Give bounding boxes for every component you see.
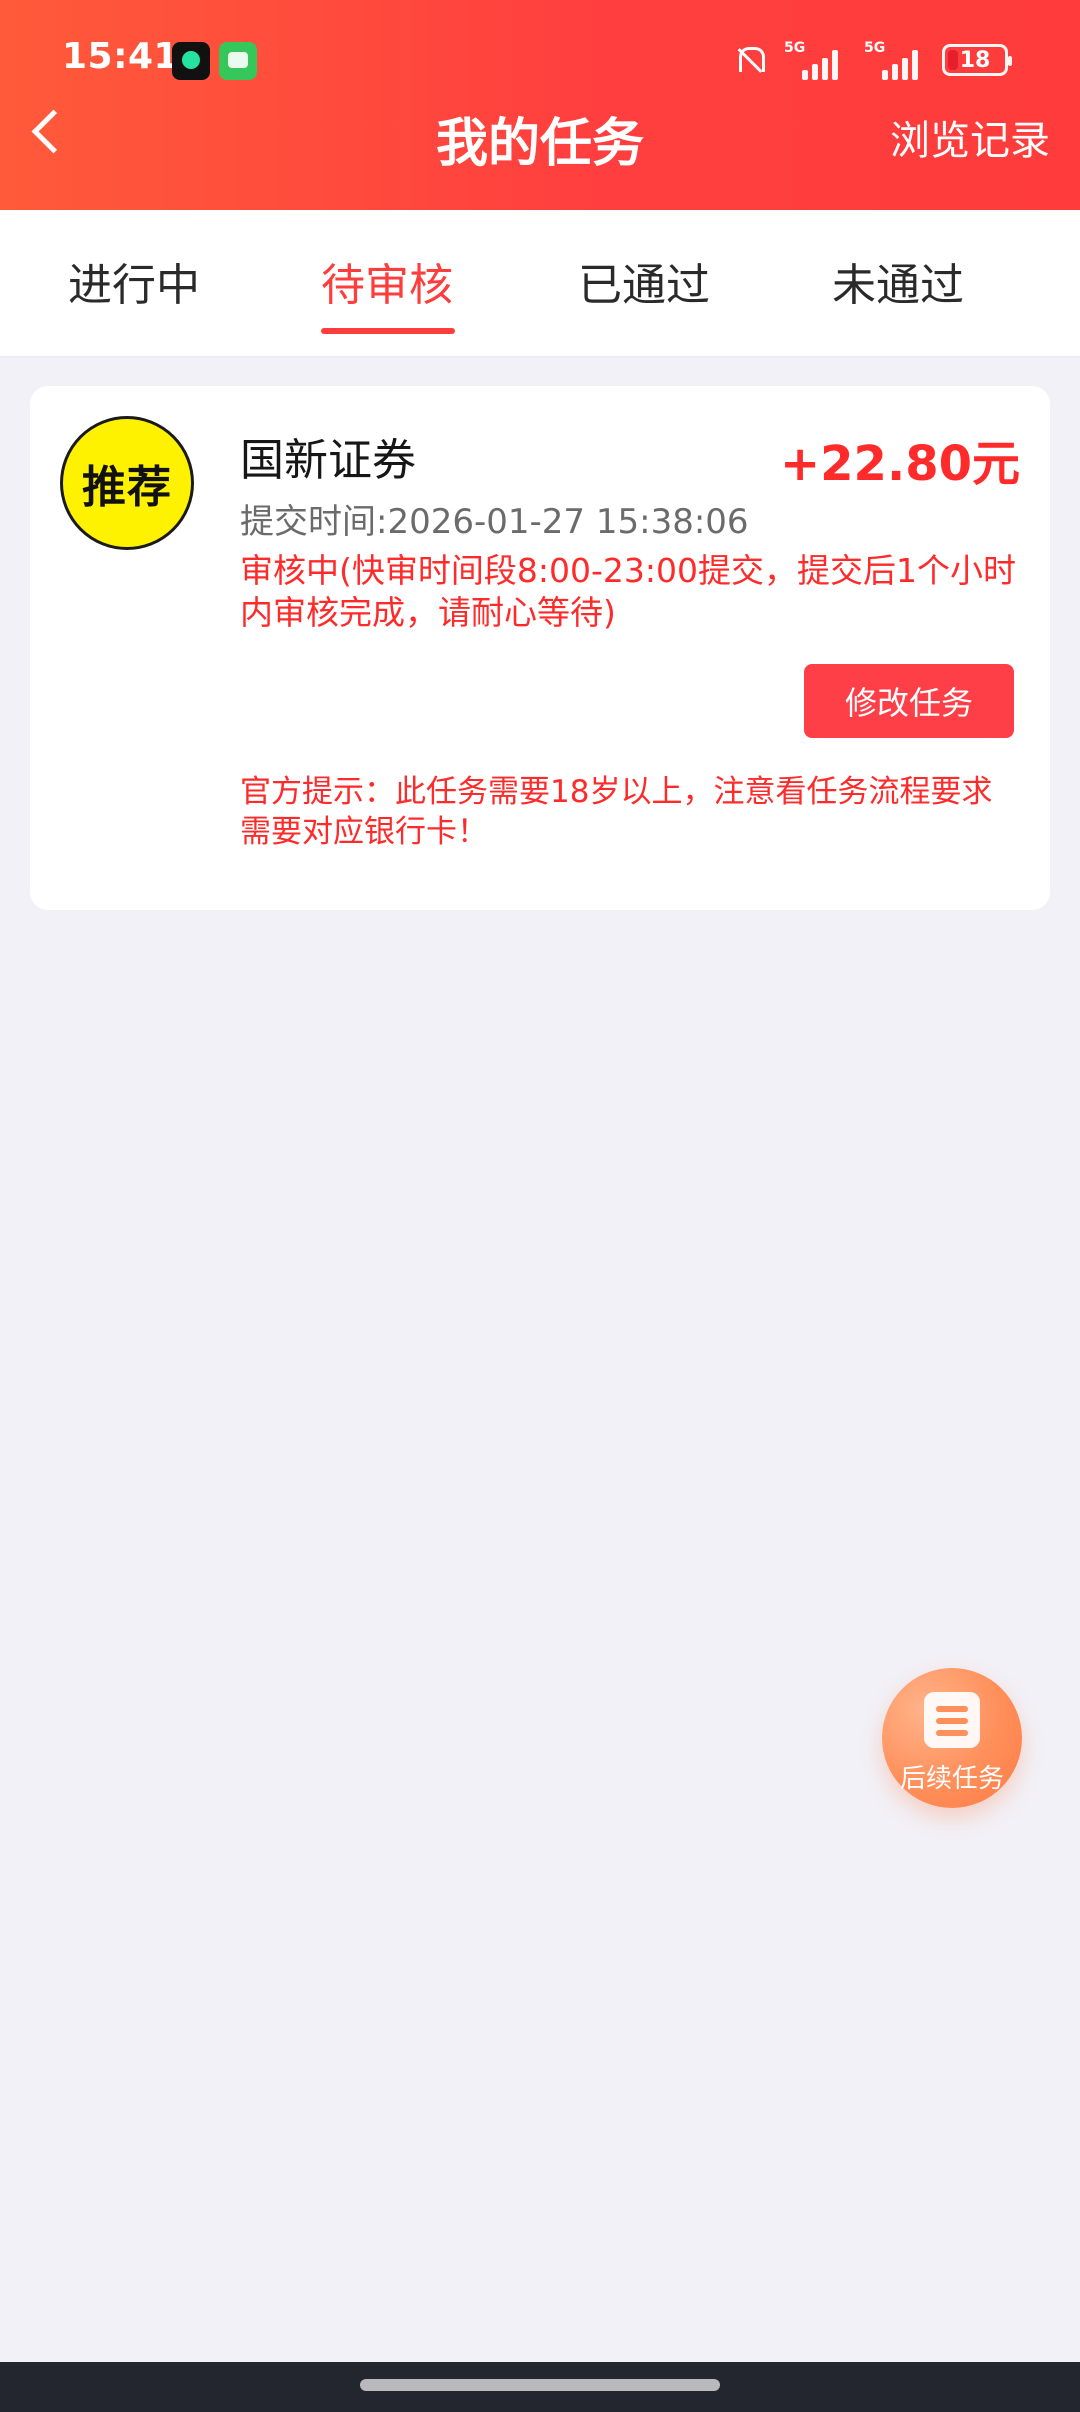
- signal-1-bars: [802, 46, 846, 80]
- active-tab-indicator: [321, 328, 455, 334]
- signal-1-icon: 5G: [782, 40, 846, 80]
- signal-2-bars: [882, 46, 926, 80]
- tab-rejected[interactable]: 未通过: [832, 256, 964, 316]
- home-indicator[interactable]: [360, 2379, 720, 2391]
- review-status: 审核中(快审时间段8:00-23:00提交，提交后1个小时内审核完成，请耐心等待…: [240, 551, 1016, 632]
- tab-pending-review[interactable]: 待审核: [321, 256, 453, 316]
- recommend-badge: 推荐: [60, 416, 194, 550]
- signal-1-bar: [832, 50, 838, 80]
- battery-icon: 18: [942, 44, 1012, 76]
- message-app-icon: [219, 42, 257, 80]
- edit-task-button[interactable]: 修改任务: [804, 664, 1014, 738]
- document-list-icon: [924, 1692, 980, 1748]
- bell-off-icon: [732, 43, 766, 77]
- recommend-badge-text: 推荐: [82, 462, 172, 513]
- signal-1-bar: [802, 70, 808, 80]
- task-tabs: 进行中 待审核 已通过 未通过: [0, 210, 1080, 358]
- music-app-icon: [172, 42, 210, 80]
- task-name: 国新证券: [240, 435, 416, 486]
- signal-2-bar: [912, 50, 918, 80]
- follow-up-tasks-button[interactable]: 后续任务: [882, 1668, 1022, 1808]
- browse-history-link[interactable]: 浏览记录: [890, 108, 1050, 166]
- system-nav-strip: [0, 2362, 1080, 2412]
- signal-2-icon: 5G: [862, 40, 926, 80]
- top-bar: 15:41 5G 5G 18 我的任务 浏览记录: [0, 0, 1080, 210]
- tab-in-progress[interactable]: 进行中: [68, 256, 200, 316]
- submit-time: 提交时间:2026-01-27 15:38:06: [240, 502, 749, 542]
- status-time: 15:41: [62, 36, 180, 77]
- status-right: 5G 5G 18: [732, 38, 1012, 82]
- task-card[interactable]: 推荐 国新证券 +22.80元 提交时间:2026-01-27 15:38:06…: [30, 386, 1050, 910]
- signal-2-bar: [892, 64, 898, 80]
- tab-approved[interactable]: 已通过: [578, 256, 710, 316]
- signal-2-bar: [882, 70, 888, 80]
- official-tip: 官方提示：此任务需要18岁以上，注意看任务流程要求需要对应银行卡！: [240, 774, 993, 850]
- follow-up-tasks-label: 后续任务: [899, 1764, 1004, 1794]
- task-reward: +22.80元: [779, 436, 1020, 492]
- signal-1-bar: [812, 64, 818, 80]
- battery-text: 18: [959, 47, 991, 73]
- signal-1-bar: [822, 58, 828, 80]
- signal-2-bar: [902, 58, 908, 80]
